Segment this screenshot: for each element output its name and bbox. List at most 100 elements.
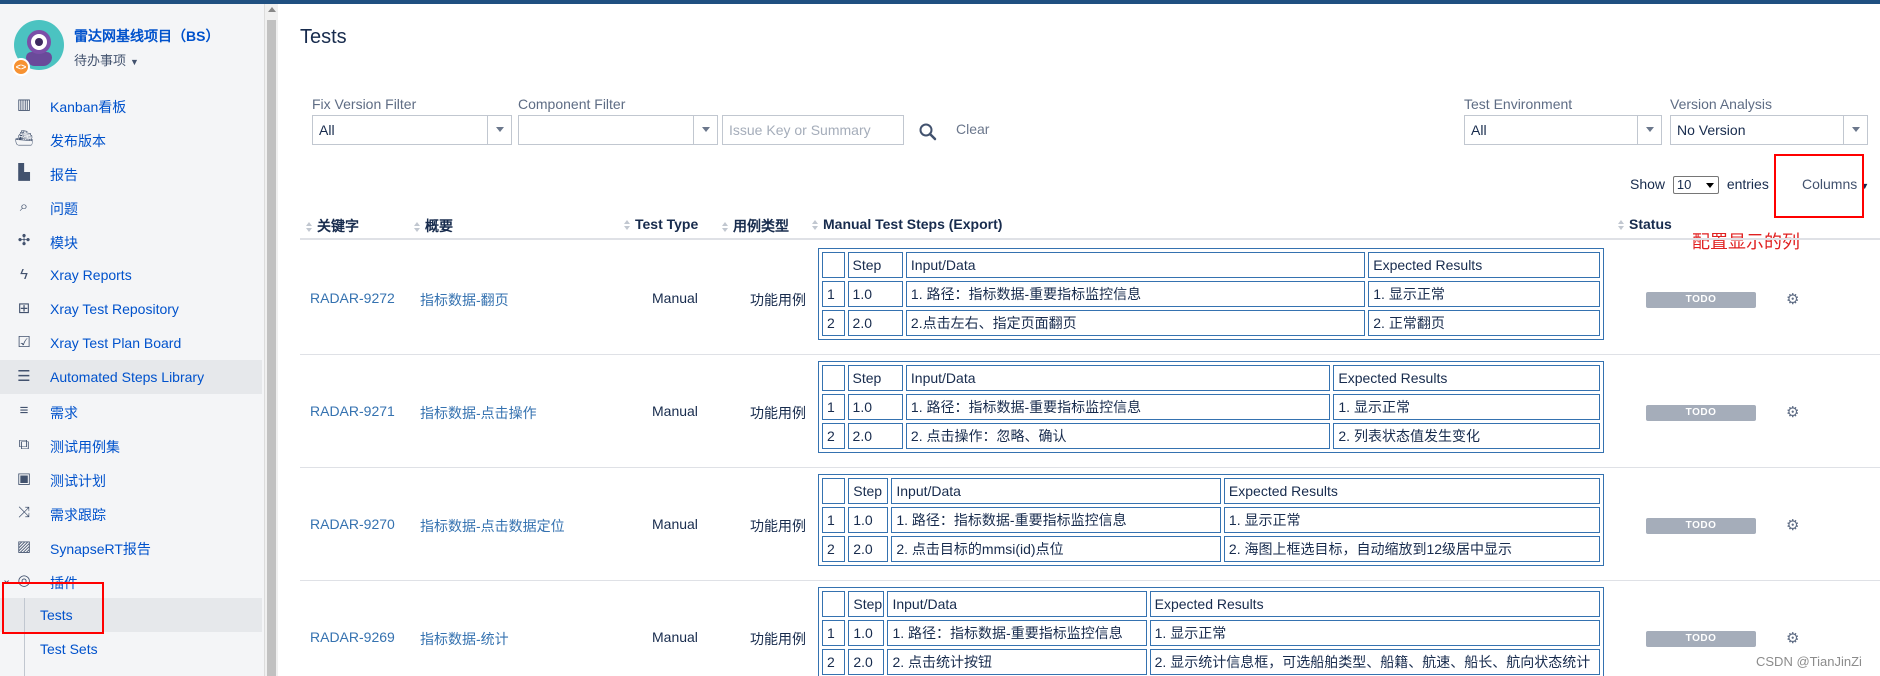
manual-steps-table: Step Input/Data Expected Results 1 1.0 1. 路径：… <box>818 474 1604 566</box>
summary-link[interactable]: 指标数据-统计 <box>420 629 509 649</box>
summary-link[interactable]: 指标数据-点击操作 <box>420 403 537 423</box>
sidebar-scrollbar[interactable] <box>264 4 278 676</box>
sidebar-item[interactable]: ⤨ 需求跟踪 <box>0 496 262 530</box>
step-input: 2. 点击操作：忽略、确认 <box>905 423 1331 449</box>
sidebar-item-label: Xray Reports <box>50 267 132 283</box>
step-number: 1.0 <box>847 281 903 307</box>
sidebar-item-label: 发布版本 <box>50 133 106 149</box>
step-expected: 1. 显示正常 <box>1223 507 1600 533</box>
step-number: 2.0 <box>847 423 903 449</box>
issue-key-link[interactable]: RADAR-9272 <box>310 290 395 306</box>
sidebar-item[interactable]: ▣ 测试计划 <box>0 462 262 496</box>
component-filter-select[interactable] <box>518 115 718 145</box>
issue-key-link[interactable]: RADAR-9270 <box>310 516 395 532</box>
sidebar-item[interactable]: ✣ 模块 <box>0 224 262 258</box>
column-header-status[interactable]: Status <box>1618 216 1672 232</box>
step-expected: 2. 列表状态值发生变化 <box>1333 423 1600 449</box>
chevron-down-icon <box>1843 116 1867 144</box>
chevron-down-icon: ▼ <box>130 57 139 67</box>
step-number: 2.0 <box>848 536 889 562</box>
version-analysis-select[interactable]: No Version <box>1670 115 1868 145</box>
test-type-cell: Manual <box>652 290 698 306</box>
sidebar-item[interactable]: ☰ Automated Steps Library <box>0 360 262 394</box>
page-title: Tests <box>300 26 347 48</box>
sidebar-sub-item[interactable]: Test Sets <box>0 632 262 666</box>
sidebar-item[interactable]: ϟ Xray Reports <box>0 258 262 292</box>
test-environment-select[interactable]: All <box>1464 115 1662 145</box>
manual-steps-table: Step Input/Data Expected Results 1 1.0 1. 路径：… <box>818 248 1604 340</box>
tree-line <box>24 666 25 676</box>
test-type-cell: Manual <box>652 403 698 419</box>
case-type-cell: 功能用例 <box>750 518 806 534</box>
gear-icon[interactable]: ⚙ <box>1786 518 1800 533</box>
issue-key-link[interactable]: RADAR-9269 <box>310 629 395 645</box>
test-plan-icon: ☑ <box>17 334 31 351</box>
board-switcher[interactable]: 待办事项 ▼ <box>74 50 139 69</box>
scroll-up-icon[interactable] <box>268 7 276 12</box>
entries-per-page-select[interactable]: 10 <box>1672 176 1719 195</box>
sidebar-item[interactable]: ⛴ 发布版本 <box>0 122 262 156</box>
sort-icon <box>306 222 312 233</box>
sidebar-sub-item-label: Test Sets <box>40 641 98 657</box>
issue-key-link[interactable]: RADAR-9271 <box>310 403 395 419</box>
sidebar-item[interactable]: ▙ 报告 <box>0 156 262 190</box>
search-icon[interactable] <box>916 120 940 144</box>
requirement-icon: ≡ <box>19 402 29 419</box>
step-row: 1 1.0 1. 路径：指标数据-重要指标监控信息 1. 显示正常 <box>822 620 1600 646</box>
expected-header: Expected Results <box>1333 365 1600 391</box>
status-badge: TODO <box>1646 518 1756 534</box>
sidebar-item[interactable]: ⧉ 测试用例集 <box>0 428 262 462</box>
step-row: 2 2.0 2. 点击目标的mmsi(id)点位 2. 海图上框选目标，自动缩放到12… <box>822 536 1600 562</box>
sidebar-item[interactable]: ⌕ 问题 <box>0 190 262 224</box>
fix-version-label: Fix Version Filter <box>312 96 417 112</box>
sidebar-item[interactable]: ▨ SynapseRT报告 <box>0 530 262 564</box>
column-header-case-type[interactable]: 用例类型 <box>722 216 789 236</box>
column-header-summary-label: 概要 <box>425 218 453 234</box>
table-row: RADAR-9272 指标数据-翻页 Manual 功能用例 Step Input/Dat… <box>300 242 1880 355</box>
gear-icon[interactable]: ⚙ <box>1786 292 1800 307</box>
step-input: 2. 点击目标的mmsi(id)点位 <box>891 536 1221 562</box>
fix-version-select[interactable]: All <box>312 115 512 145</box>
step-index: 1 <box>822 281 845 307</box>
chevron-down-icon <box>693 116 717 144</box>
step-row: 2 2.0 2. 点击统计按钮 2. 显示统计信息框，可选船舶类型、船籍、航速、船长、… <box>822 649 1600 675</box>
entries-label: entries <box>1726 176 1769 192</box>
code-badge-icon: <> <box>12 58 30 76</box>
case-type-cell: 功能用例 <box>750 631 806 647</box>
gear-icon[interactable]: ⚙ <box>1786 405 1800 420</box>
sidebar-item-label: 需求跟踪 <box>50 507 106 523</box>
sidebar-item-label: 报告 <box>50 167 78 183</box>
gear-icon[interactable]: ⚙ <box>1786 631 1800 646</box>
summary-link[interactable]: 指标数据-翻页 <box>420 290 509 310</box>
scrollbar-thumb[interactable] <box>267 20 276 676</box>
tree-line <box>24 632 25 666</box>
project-name[interactable]: 雷达网基线项目（BS） <box>74 26 219 46</box>
step-number: 2.0 <box>848 649 885 675</box>
column-header-summary[interactable]: 概要 <box>414 216 453 236</box>
clear-link[interactable]: Clear <box>956 121 989 137</box>
sidebar-sub-item[interactable]: Test Executions <box>0 666 262 676</box>
step-row: 1 1.0 1. 路径：指标数据-重要指标监控信息 1. 显示正常 <box>822 394 1600 420</box>
project-header: <> 雷达网基线项目（BS） 待办事项 ▼ <box>12 18 252 76</box>
sidebar-item-label: 问题 <box>50 201 78 217</box>
issue-search-input[interactable] <box>722 115 904 145</box>
sidebar-item[interactable]: ≡ 需求 <box>0 394 262 428</box>
column-header-test-type[interactable]: Test Type <box>624 216 698 232</box>
sidebar-item[interactable]: ☑ Xray Test Plan Board <box>0 326 262 360</box>
sidebar-item-label: 测试计划 <box>50 473 106 489</box>
component-filter-label: Component Filter <box>518 96 626 112</box>
column-header-key[interactable]: 关键字 <box>306 216 359 236</box>
step-expected: 2. 显示统计信息框，可选船舶类型、船籍、航速、船长、航向状态统计 <box>1149 649 1600 675</box>
show-label: Show <box>1630 176 1666 192</box>
board-switcher-label: 待办事项 <box>74 53 127 68</box>
sort-icon <box>1618 220 1624 231</box>
column-header-manual-steps[interactable]: Manual Test Steps (Export) <box>812 216 1002 232</box>
sidebar-item[interactable]: ⊞ Xray Test Repository <box>0 292 262 326</box>
highlight-box-columns <box>1774 154 1864 218</box>
version-analysis-label: Version Analysis <box>1670 96 1772 112</box>
sidebar-item[interactable]: ▥ Kanban看板 <box>0 88 262 122</box>
sidebar-item-label: 需求 <box>50 405 78 421</box>
expected-header: Expected Results <box>1368 252 1600 278</box>
summary-link[interactable]: 指标数据-点击数据定位 <box>420 516 565 536</box>
step-expected: 2. 正常翻页 <box>1368 310 1600 336</box>
